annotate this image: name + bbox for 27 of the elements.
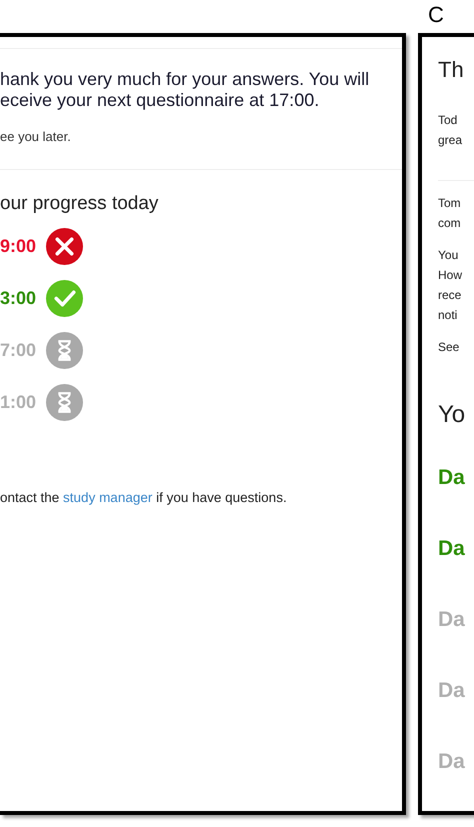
contact-text: ontact the study manager if you have questions. [0, 489, 288, 507]
day-label: Da [438, 607, 465, 632]
message-text: com [438, 215, 461, 232]
message-text: Tod [438, 112, 458, 129]
progress-heading: our progress today [0, 192, 158, 216]
farewell-text: ee you later. [0, 128, 71, 146]
message-text: Tom [438, 195, 461, 212]
progress-heading: Yo [438, 400, 466, 430]
session-time: 3:00 [0, 287, 38, 310]
session-time: 7:00 [0, 339, 38, 362]
message-text: See [438, 339, 460, 356]
day-label: Da [438, 465, 465, 490]
message-text: noti [438, 307, 458, 324]
message-text: grea [438, 132, 462, 149]
day-label: Da [438, 678, 465, 703]
message-text: eceive your next questionnaire at 17:00. [0, 90, 320, 111]
session-time: 1:00 [0, 391, 38, 414]
screen-title: Th [438, 56, 464, 84]
session-time: 9:00 [0, 235, 38, 258]
day-label: Da [438, 536, 465, 561]
study-manager-link[interactable]: study manager [63, 490, 152, 505]
message-text: hank you very much for your answers. You will [0, 69, 370, 90]
message-text: You [438, 247, 458, 264]
message-text: How [438, 267, 462, 284]
panel-label: C [428, 1, 444, 29]
day-label: Da [438, 749, 465, 774]
message-text: rece [438, 287, 462, 304]
